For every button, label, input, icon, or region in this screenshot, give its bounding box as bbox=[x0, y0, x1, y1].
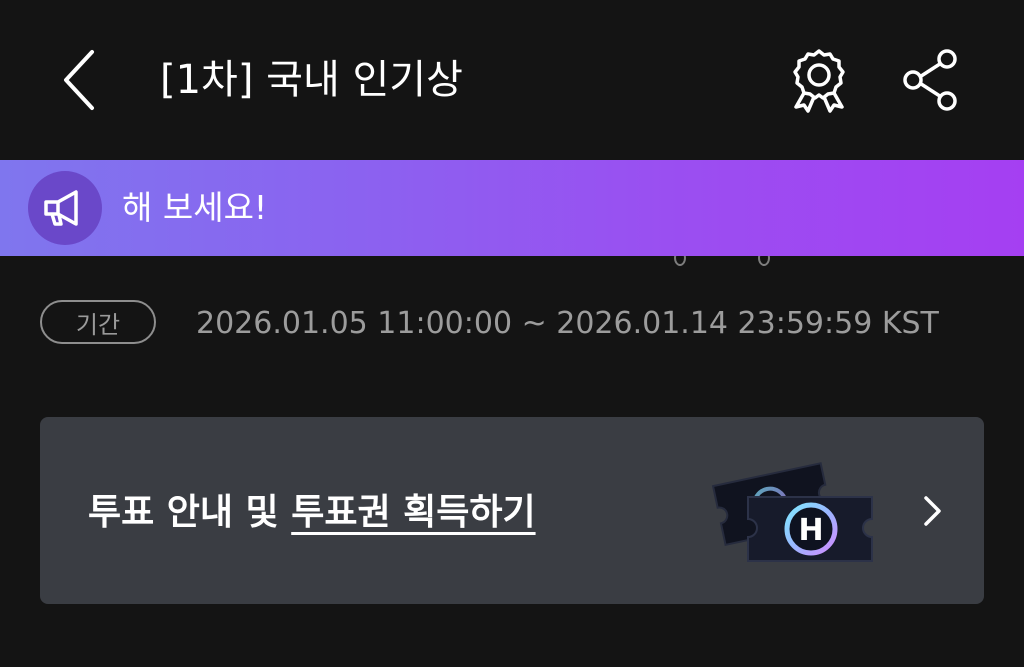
notice-text: 해 보세요! bbox=[122, 188, 268, 227]
ticket-letter: H bbox=[798, 513, 823, 548]
vote-page: [1차] 국내 인기상 해 보세요! 기간 2026.01.05 11:00:0… bbox=[0, 0, 1024, 667]
app-header: [1차] 국내 인기상 bbox=[0, 0, 1024, 160]
chevron-right-icon bbox=[912, 491, 952, 531]
period-range: 2026.01.05 11:00:00 ~ 2026.01.14 23:59:5… bbox=[196, 306, 939, 341]
award-ribbon-icon bbox=[786, 47, 852, 117]
share-button[interactable] bbox=[894, 44, 966, 120]
vote-guide-card[interactable]: 투표 안내 및 투표권 획득하기 H bbox=[40, 417, 984, 604]
period-badge: 기간 bbox=[40, 300, 156, 344]
vote-ticket-icon: H bbox=[708, 443, 888, 573]
page-title: [1차] 국내 인기상 bbox=[160, 57, 463, 103]
get-vote-ticket-link[interactable]: 투표권 획득하기 bbox=[291, 492, 535, 533]
chevron-left-icon bbox=[60, 48, 100, 116]
notice-banner[interactable]: 해 보세요! bbox=[0, 160, 1024, 256]
vote-guide-label: 투표 안내 및 bbox=[88, 492, 292, 533]
megaphone-icon bbox=[28, 171, 102, 245]
award-button[interactable] bbox=[780, 44, 858, 120]
hidden-content-edge bbox=[0, 256, 1024, 266]
back-button[interactable] bbox=[48, 46, 112, 118]
vote-guide-text: 투표 안내 및 투표권 획득하기 bbox=[88, 487, 536, 539]
share-icon bbox=[900, 47, 960, 117]
